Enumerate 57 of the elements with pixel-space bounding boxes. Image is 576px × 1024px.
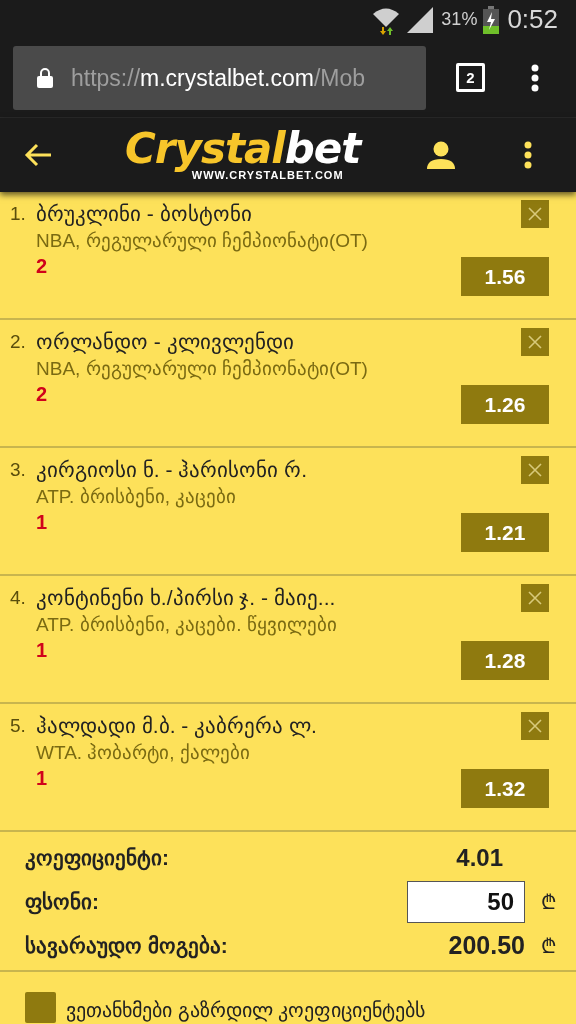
league-name: NBA, რეგულარული ჩემპიონატი(OT) [36,229,368,254]
back-arrow-icon[interactable] [24,142,52,167]
url-text: https://m.crystalbet.com/Mob [71,63,365,93]
summary-label: კოეფიციენტი: [25,845,170,873]
remove-button[interactable] [521,584,549,612]
league-name: NBA, რეგულარული ჩემპიონატი(OT) [36,357,368,382]
odds-total: 4.01 [456,843,503,873]
signal-icon [407,6,436,33]
close-icon [528,207,542,221]
more-icon[interactable] [524,140,533,169]
currency-sign: ₾ [540,934,556,959]
battery-icon [483,5,500,34]
potential-win: 200.50 [448,930,525,962]
odds-button[interactable]: 1.28 [461,641,549,680]
bet-number: 3. [10,458,27,482]
summary-label: ფსონი: [25,889,100,917]
odds-button[interactable]: 1.21 [461,513,549,552]
pick-label: 2 [36,254,49,278]
odds-button[interactable]: 1.56 [461,257,549,296]
match-title: კირგიოსი ნ. - ჰარისონი რ. [36,457,307,484]
bet-number: 1. [10,202,27,226]
league-name: ATP. ბრისბენი, კაცები [36,485,238,510]
remove-button[interactable] [521,200,549,228]
remove-button[interactable] [521,456,549,484]
bet-number: 4. [10,586,27,610]
pick-label: 1 [36,766,49,790]
league-name: WTA. ჰობარტი, ქალები [36,741,251,766]
checkbox[interactable] [25,992,56,1023]
match-title: კონტინენი ხ./პირსი ჯ. - მაიე... [36,585,337,612]
user-icon[interactable] [426,139,457,170]
menu-icon[interactable] [531,63,539,92]
tab-count-button[interactable]: 2 [456,63,485,93]
close-icon [528,591,542,605]
address-bar[interactable]: https://m.crystalbet.com/Mob [13,45,426,110]
bet-number: 2. [10,330,27,354]
match-title: ორლანდო - კლივლენდი [36,329,295,356]
lock-icon [37,67,53,88]
summary-label: სავარაუდო მოგება: [25,933,229,961]
close-icon [528,335,542,349]
currency-sign: ₾ [540,890,556,915]
league-name: ATP. ბრისბენი, კაცები. წყვილები [36,613,337,638]
remove-button[interactable] [521,712,549,740]
clock: 0:52 [507,3,558,36]
remove-button[interactable] [521,328,549,356]
odds-button[interactable]: 1.32 [461,769,549,808]
match-title: ბრუკლინი - ბოსტონი [36,201,253,228]
close-icon [528,463,542,477]
pick-label: 1 [36,510,49,534]
battery-percent: 31% [441,8,478,31]
checkbox-label: ვეთანხმები გაზრდილ კოეფიციენტებს [66,998,426,1024]
match-title: ჰალდადი მ.ბ. - კაბრერა ლ. [36,713,317,740]
odds-button[interactable]: 1.26 [461,385,549,424]
bet-number: 5. [10,714,27,738]
close-icon [528,719,542,733]
stake-input[interactable]: 50 [407,881,525,923]
pick-label: 2 [36,382,49,406]
pick-label: 1 [36,638,49,662]
